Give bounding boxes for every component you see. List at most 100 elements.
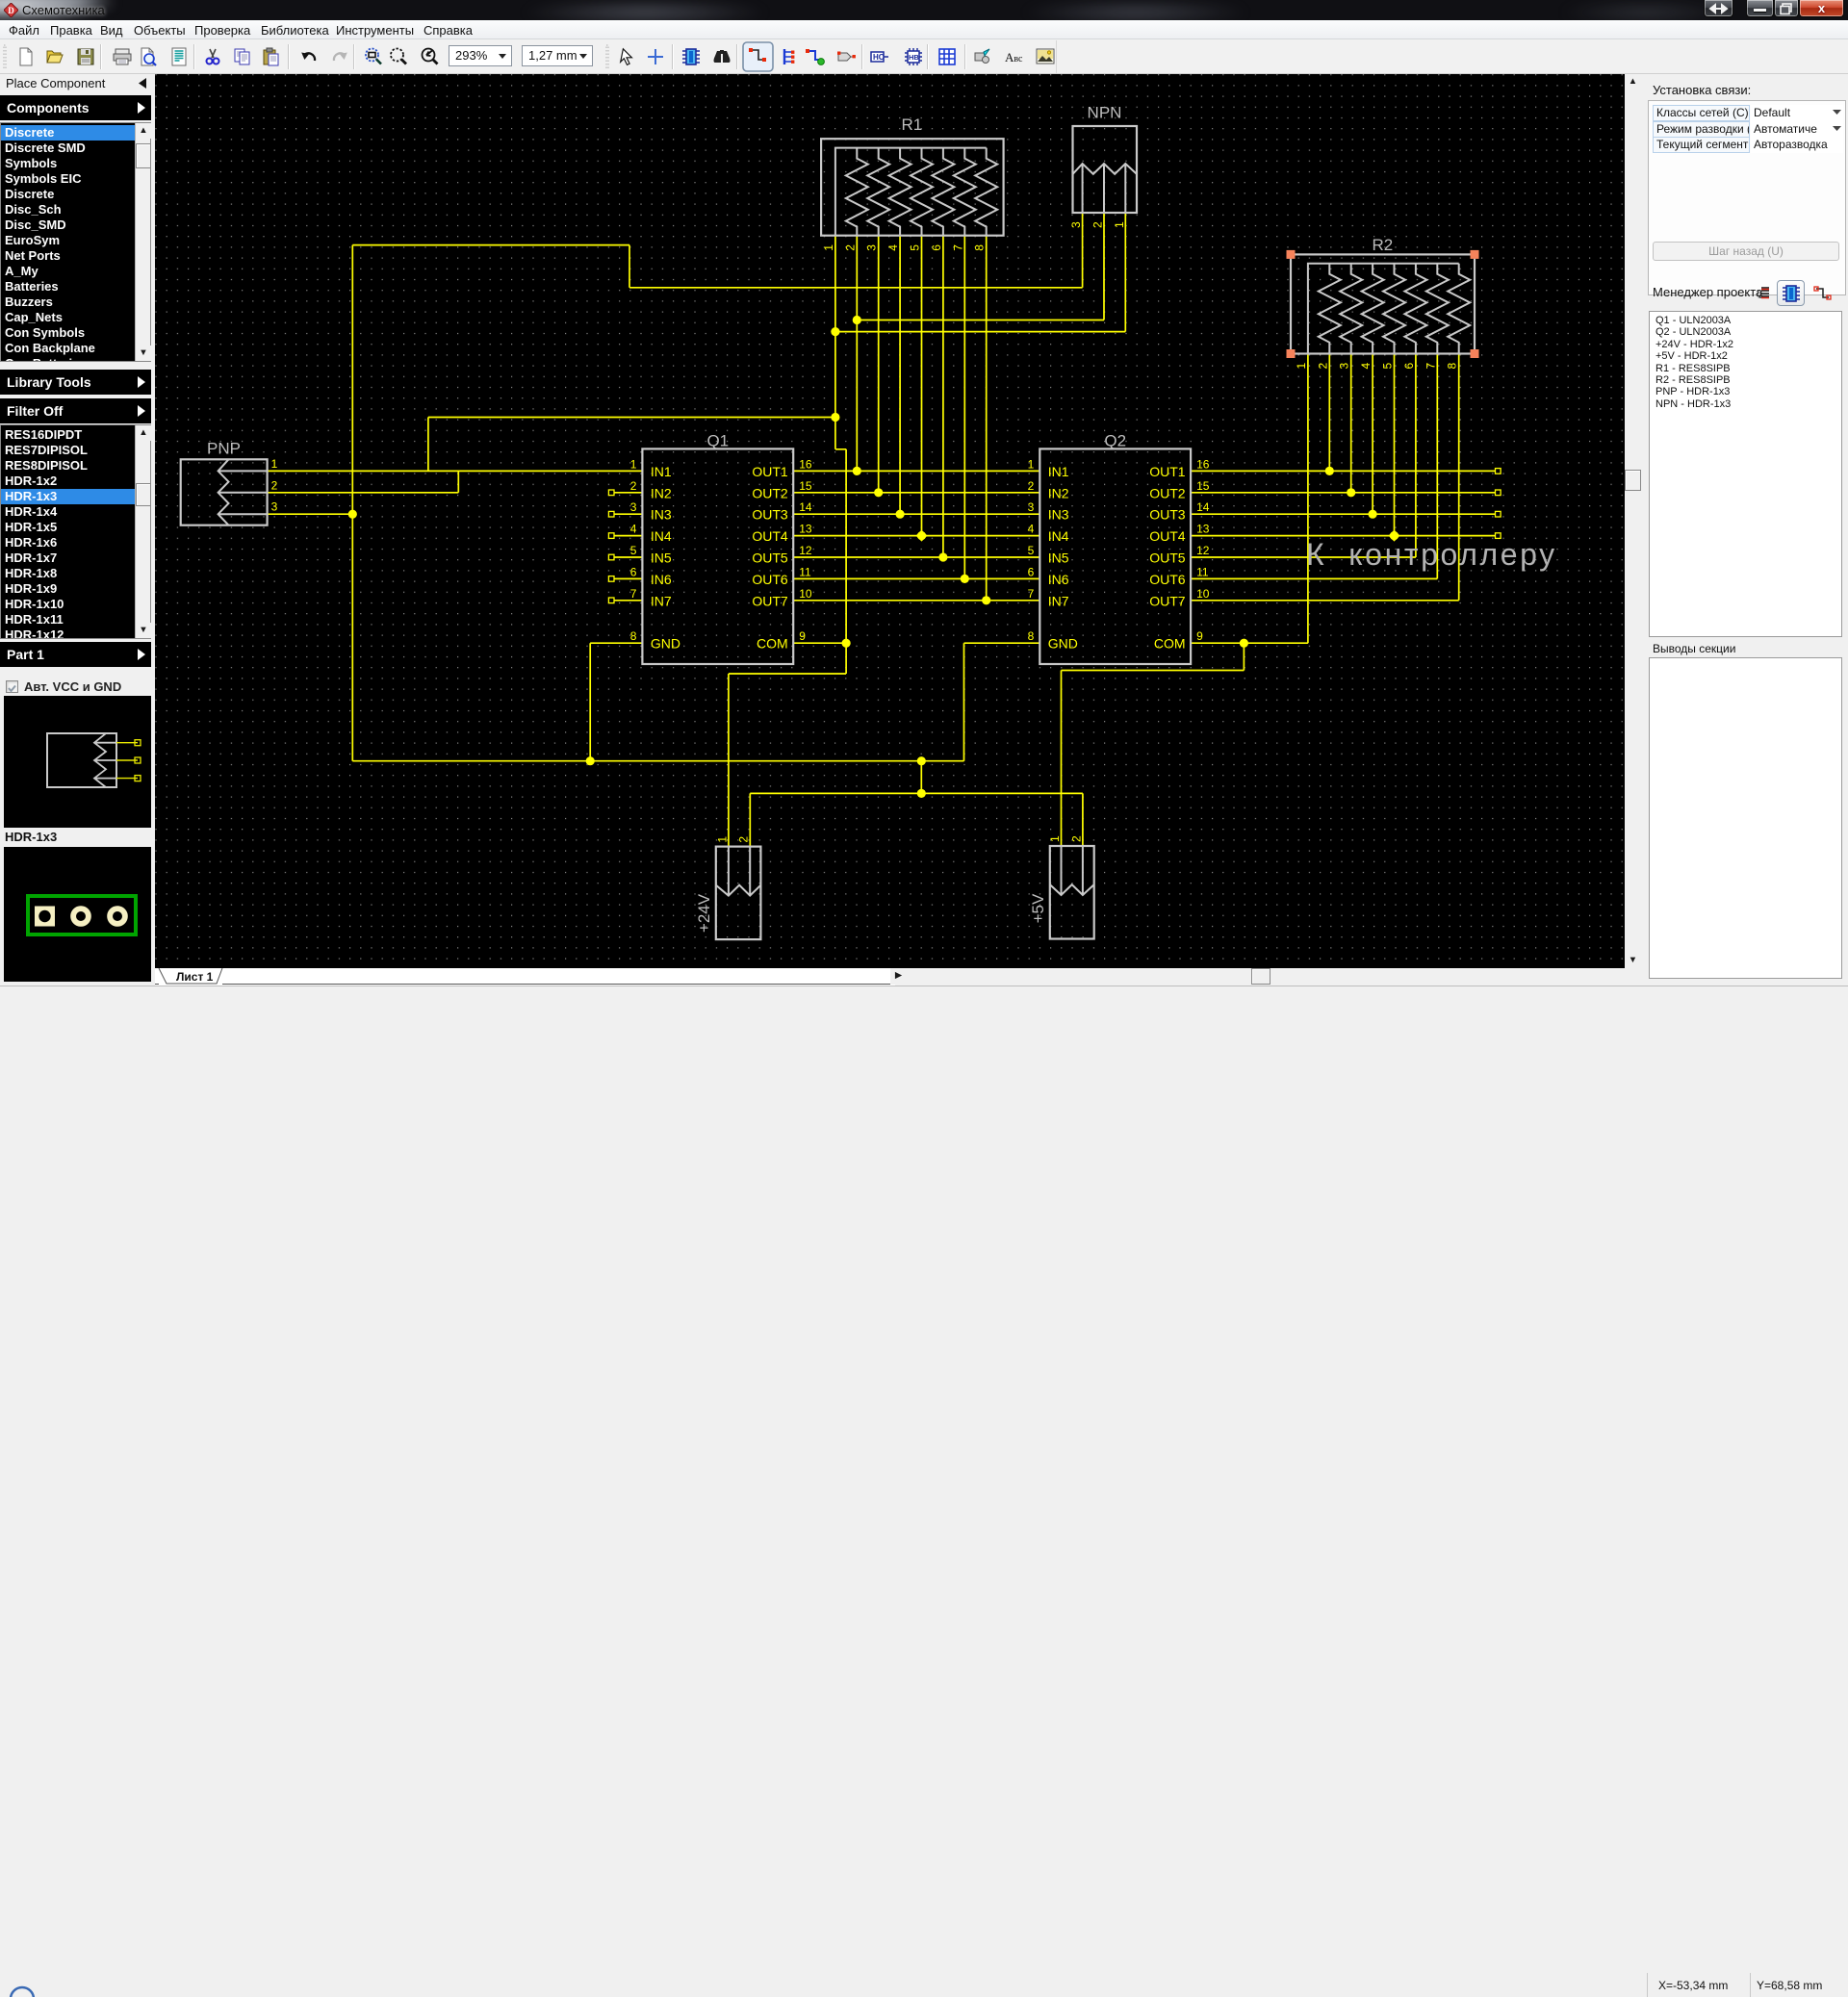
svg-text:2: 2 — [1316, 363, 1329, 370]
svg-text:2: 2 — [1091, 221, 1105, 228]
svg-text:7: 7 — [630, 587, 637, 601]
svg-text:OUT3: OUT3 — [1149, 507, 1186, 523]
svg-text:12: 12 — [799, 544, 812, 557]
svg-text:9: 9 — [799, 629, 806, 643]
svg-text:OUT4: OUT4 — [1149, 528, 1186, 544]
svg-text:8: 8 — [973, 244, 987, 251]
svg-text:5: 5 — [909, 244, 922, 251]
svg-text:11: 11 — [1196, 565, 1209, 578]
svg-text:D: D — [8, 6, 14, 15]
svg-text:OUT2: OUT2 — [752, 485, 788, 500]
svg-text:COM: COM — [757, 636, 788, 652]
svg-text:IN6: IN6 — [1048, 572, 1069, 587]
svg-text:10: 10 — [799, 587, 812, 601]
svg-text:OUT1: OUT1 — [752, 464, 788, 479]
svg-text:IN3: IN3 — [651, 507, 672, 523]
svg-text:1: 1 — [715, 836, 729, 843]
svg-text:4: 4 — [1028, 523, 1035, 536]
svg-text:IN5: IN5 — [651, 550, 672, 566]
svg-text:2: 2 — [1028, 479, 1035, 493]
svg-text:+24V: +24V — [695, 893, 713, 933]
svg-text:Q2: Q2 — [1104, 432, 1126, 450]
svg-text:3: 3 — [1028, 500, 1035, 514]
svg-text:3: 3 — [865, 244, 879, 251]
svg-text:5: 5 — [1028, 544, 1035, 557]
svg-text:IN1: IN1 — [651, 464, 672, 479]
svg-text:OUT3: OUT3 — [752, 507, 788, 523]
svg-text:7: 7 — [1424, 363, 1437, 370]
svg-text:2: 2 — [843, 244, 857, 251]
svg-text:14: 14 — [799, 500, 812, 514]
svg-text:IN6: IN6 — [651, 572, 672, 587]
svg-text:OUT6: OUT6 — [1149, 572, 1186, 587]
svg-text:11: 11 — [799, 565, 811, 578]
svg-text:16: 16 — [799, 457, 812, 471]
svg-text:IN2: IN2 — [651, 485, 672, 500]
svg-text:7: 7 — [951, 244, 964, 251]
svg-text:13: 13 — [799, 523, 812, 536]
svg-text:15: 15 — [799, 479, 812, 493]
svg-text:IN1: IN1 — [1048, 464, 1069, 479]
svg-text:12: 12 — [1196, 544, 1210, 557]
svg-text:OUT6: OUT6 — [752, 572, 788, 587]
svg-text:OUT4: OUT4 — [752, 528, 788, 544]
svg-text:13: 13 — [1196, 523, 1210, 536]
svg-text:IN7: IN7 — [1048, 593, 1069, 608]
svg-text:15: 15 — [1196, 479, 1210, 493]
svg-text:IN4: IN4 — [1048, 528, 1069, 544]
svg-text:GND: GND — [1048, 636, 1078, 652]
svg-text:2: 2 — [1069, 835, 1083, 842]
svg-text:1: 1 — [1113, 221, 1126, 228]
svg-text:3: 3 — [1338, 363, 1351, 370]
svg-text:OUT7: OUT7 — [752, 593, 788, 608]
svg-text:OUT2: OUT2 — [1149, 485, 1186, 500]
svg-text:8: 8 — [1446, 363, 1459, 370]
svg-text:OUT5: OUT5 — [752, 550, 788, 566]
svg-text:5: 5 — [630, 544, 637, 557]
svg-text:6: 6 — [630, 565, 637, 578]
svg-text:OUT1: OUT1 — [1149, 464, 1186, 479]
svg-text:8: 8 — [1028, 629, 1035, 643]
svg-text:Лист 1: Лист 1 — [176, 970, 214, 984]
svg-text:OUT7: OUT7 — [1149, 593, 1186, 608]
svg-text:1: 1 — [1028, 457, 1035, 471]
svg-text:4: 4 — [886, 244, 900, 251]
svg-text:5: 5 — [1381, 363, 1395, 370]
svg-text:IN5: IN5 — [1048, 550, 1069, 566]
svg-text:6: 6 — [930, 244, 943, 251]
svg-text:Q1: Q1 — [706, 432, 729, 450]
svg-text:16: 16 — [1196, 457, 1210, 471]
svg-text:4: 4 — [630, 523, 637, 536]
svg-text:3: 3 — [271, 500, 278, 514]
svg-text:7: 7 — [1028, 587, 1035, 601]
svg-text:PNP: PNP — [207, 440, 241, 458]
svg-text:+5V: +5V — [1029, 893, 1047, 923]
svg-text:2: 2 — [630, 479, 637, 493]
svg-text:1: 1 — [271, 457, 278, 471]
svg-text:2: 2 — [737, 836, 751, 843]
svg-text:1: 1 — [1295, 363, 1308, 370]
svg-text:R1: R1 — [902, 115, 923, 134]
svg-text:IN3: IN3 — [1048, 507, 1069, 523]
svg-text:1: 1 — [1048, 835, 1062, 842]
svg-text:3: 3 — [1069, 221, 1083, 228]
svg-text:1: 1 — [630, 457, 637, 471]
svg-text:R2: R2 — [1373, 236, 1394, 254]
svg-text:6: 6 — [1028, 565, 1035, 578]
svg-text:HC: HC — [873, 53, 885, 62]
svg-text:Aвс: Aвс — [1005, 50, 1023, 64]
svg-text:IN4: IN4 — [651, 528, 672, 544]
svg-text:HB: HB — [909, 53, 919, 62]
svg-text:GND: GND — [651, 636, 680, 652]
svg-text:IN2: IN2 — [1048, 485, 1069, 500]
svg-text:9: 9 — [1196, 629, 1203, 643]
svg-text:1: 1 — [822, 244, 835, 251]
svg-text:OUT5: OUT5 — [1149, 550, 1186, 566]
svg-text:3: 3 — [630, 500, 637, 514]
svg-text:14: 14 — [1196, 500, 1210, 514]
svg-text:8: 8 — [630, 629, 637, 643]
svg-text:NPN: NPN — [1088, 104, 1122, 122]
svg-text:4: 4 — [1359, 363, 1373, 370]
svg-text:2: 2 — [271, 478, 278, 492]
svg-text:10: 10 — [1196, 587, 1210, 601]
